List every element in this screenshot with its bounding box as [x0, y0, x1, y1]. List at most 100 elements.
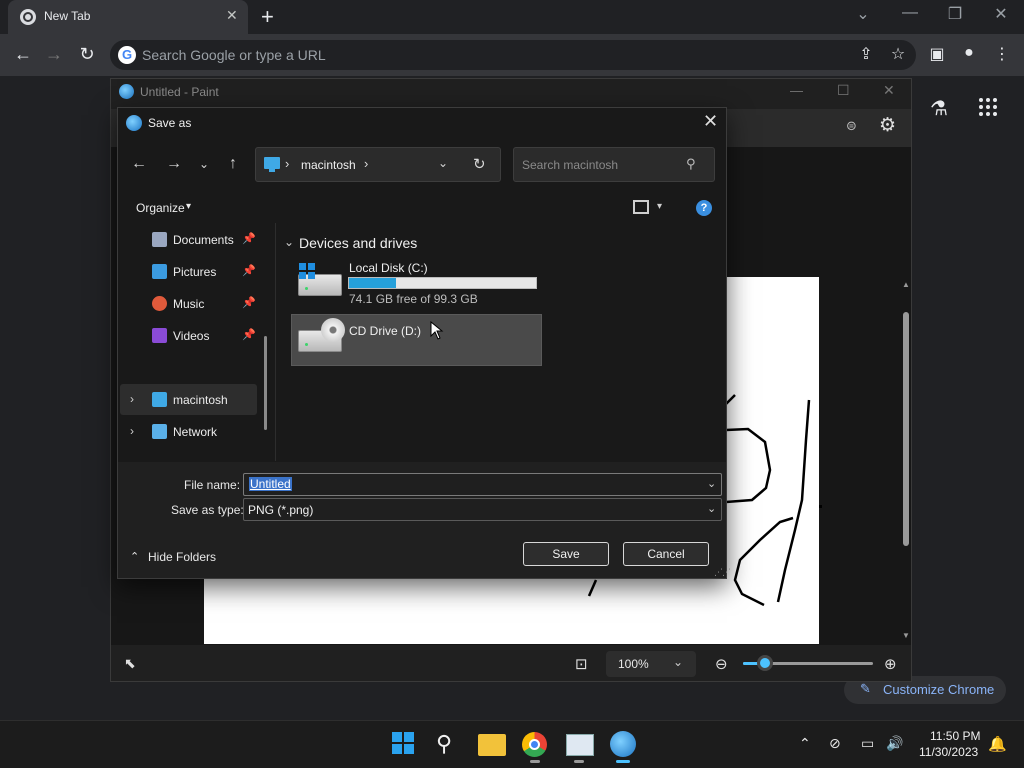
- address-bar[interactable]: [255, 147, 501, 182]
- group-header[interactable]: Devices and drives: [299, 235, 417, 251]
- new-tab-button[interactable]: +: [261, 4, 274, 30]
- maximize-button[interactable]: ❐: [940, 4, 970, 24]
- canvas-scroll-thumb[interactable]: [903, 312, 909, 546]
- minimize-button[interactable]: —: [895, 4, 925, 22]
- network-icon: [152, 424, 167, 439]
- drive-c-label[interactable]: Local Disk (C:): [349, 261, 428, 275]
- search-icon[interactable]: ⚲: [686, 156, 696, 172]
- drive-d-label[interactable]: CD Drive (D:): [349, 324, 421, 338]
- paint-taskbar-icon[interactable]: [610, 731, 636, 757]
- nav-item-label: Videos: [173, 329, 210, 343]
- recent-locations-icon[interactable]: ⌄: [194, 157, 214, 171]
- back-button[interactable]: ←: [12, 44, 34, 65]
- cd-disc-icon: [321, 318, 345, 342]
- file-name-field[interactable]: [243, 473, 722, 496]
- account-icon[interactable]: ⊜: [846, 118, 857, 134]
- expand-chevron-icon[interactable]: ›: [130, 424, 134, 438]
- save-as-type-chevron-icon[interactable]: ⌄: [707, 502, 716, 515]
- tab-close-icon[interactable]: ✕: [226, 7, 238, 24]
- nav-item-videos[interactable]: Videos 📌: [118, 320, 258, 352]
- nav-item-label: Documents: [173, 233, 234, 247]
- view-options-icon[interactable]: [633, 200, 649, 214]
- file-name-history-chevron-icon[interactable]: ⌄: [707, 477, 716, 490]
- taskbar-search-icon[interactable]: ⚲: [436, 731, 452, 757]
- nav-item-documents[interactable]: Documents 📌: [118, 224, 258, 256]
- fit-to-window-icon[interactable]: ⊡: [575, 655, 588, 673]
- file-name-value[interactable]: Untitled: [249, 477, 292, 491]
- save-as-type-select[interactable]: [243, 498, 722, 521]
- nav-item-pictures[interactable]: Pictures 📌: [118, 256, 258, 288]
- zoom-chevron-icon[interactable]: ⌄: [673, 655, 683, 669]
- mouse-cursor-icon: [430, 321, 444, 340]
- refresh-icon[interactable]: ↻: [473, 155, 486, 173]
- omnibox-placeholder[interactable]: Search Google or type a URL: [142, 47, 326, 63]
- scroll-down-icon[interactable]: ▼: [902, 631, 910, 640]
- view-dropdown-icon[interactable]: ▾: [657, 201, 662, 212]
- breadcrumb-macintosh[interactable]: macintosh: [301, 158, 356, 172]
- nav-item-macintosh[interactable]: › macintosh: [118, 384, 258, 416]
- back-button[interactable]: ←: [129, 155, 149, 173]
- clock-time[interactable]: 11:50 PM: [930, 729, 980, 743]
- paint-minimize-button[interactable]: —: [790, 83, 803, 98]
- volume-icon[interactable]: 🔊: [886, 735, 903, 752]
- resize-grip-icon[interactable]: ⋰⋰: [714, 567, 731, 578]
- computer-icon: [264, 157, 280, 172]
- profile-icon[interactable]: ●: [958, 44, 980, 62]
- dialog-close-button[interactable]: ✕: [703, 111, 718, 132]
- zoom-in-icon[interactable]: ⊕: [884, 655, 897, 673]
- drive-usage-fill: [349, 278, 396, 288]
- tab-title: New Tab: [44, 9, 91, 23]
- up-folder-button[interactable]: ↑: [223, 155, 243, 173]
- save-button[interactable]: Save: [523, 542, 609, 566]
- apps-grid-icon[interactable]: [979, 98, 999, 118]
- breadcrumb-separator[interactable]: ›: [285, 156, 289, 171]
- clock-date[interactable]: 11/30/2023: [919, 745, 978, 759]
- customize-chrome-label[interactable]: Customize Chrome: [883, 682, 994, 697]
- nav-item-label: Music: [173, 297, 205, 311]
- save-as-type-value[interactable]: PNG (*.png): [248, 503, 313, 517]
- zoom-slider-thumb[interactable]: [757, 655, 773, 671]
- paint-maximize-button[interactable]: ☐: [837, 82, 850, 99]
- tray-overflow-icon[interactable]: ⌃: [799, 735, 811, 752]
- settings-gear-icon[interactable]: ⚙: [879, 114, 896, 137]
- bookmark-star-icon[interactable]: ☆: [887, 44, 909, 64]
- organize-button[interactable]: Organize: [136, 201, 185, 215]
- nav-item-label: Pictures: [173, 265, 217, 279]
- file-explorer-icon[interactable]: [478, 734, 506, 756]
- paint-close-button[interactable]: ✕: [883, 82, 895, 99]
- google-icon: G: [118, 46, 136, 64]
- breadcrumb-separator[interactable]: ›: [364, 156, 368, 171]
- forward-button[interactable]: →: [164, 155, 184, 173]
- search-placeholder[interactable]: Search macintosh: [522, 158, 618, 172]
- hide-folders-button[interactable]: Hide Folders: [148, 550, 216, 564]
- zoom-out-icon[interactable]: ⊖: [715, 655, 728, 673]
- computer-icon: [152, 392, 167, 407]
- cancel-button[interactable]: Cancel: [623, 542, 709, 566]
- help-icon[interactable]: ?: [696, 200, 712, 216]
- scroll-up-icon[interactable]: ▲: [902, 280, 910, 289]
- nav-item-network[interactable]: › Network: [118, 416, 258, 448]
- pointer-position-icon: ⬉: [124, 655, 136, 671]
- tab-new-tab[interactable]: New Tab ✕: [8, 0, 248, 34]
- network-icon[interactable]: ▭: [861, 735, 874, 752]
- hide-folders-chevron-icon[interactable]: ⌃: [130, 550, 139, 563]
- reload-button[interactable]: ↻: [76, 44, 98, 65]
- start-button[interactable]: [390, 730, 418, 758]
- address-history-chevron-icon[interactable]: ⌄: [438, 156, 448, 170]
- nav-item-music[interactable]: Music 📌: [118, 288, 258, 320]
- close-window-button[interactable]: ✕: [986, 4, 1016, 24]
- meet-now-icon[interactable]: ⊘: [829, 735, 841, 752]
- labs-icon[interactable]: ⚗: [930, 96, 948, 121]
- screenshot-app-icon[interactable]: [566, 734, 594, 756]
- share-icon[interactable]: ⇪: [855, 44, 877, 64]
- side-panel-icon[interactable]: ▣: [926, 44, 948, 64]
- tab-search-icon[interactable]: ⌄: [848, 4, 878, 24]
- menu-icon[interactable]: ⋮: [991, 44, 1013, 64]
- organize-dropdown-icon[interactable]: ▾: [186, 201, 191, 212]
- notification-bell-icon[interactable]: 🔔: [988, 735, 1007, 753]
- expand-chevron-icon[interactable]: ›: [130, 392, 134, 406]
- forward-button[interactable]: →: [43, 44, 65, 65]
- nav-pane-scrollbar[interactable]: [264, 336, 267, 430]
- paint-active-indicator: [616, 760, 630, 763]
- collapse-group-icon[interactable]: ⌄: [284, 235, 294, 249]
